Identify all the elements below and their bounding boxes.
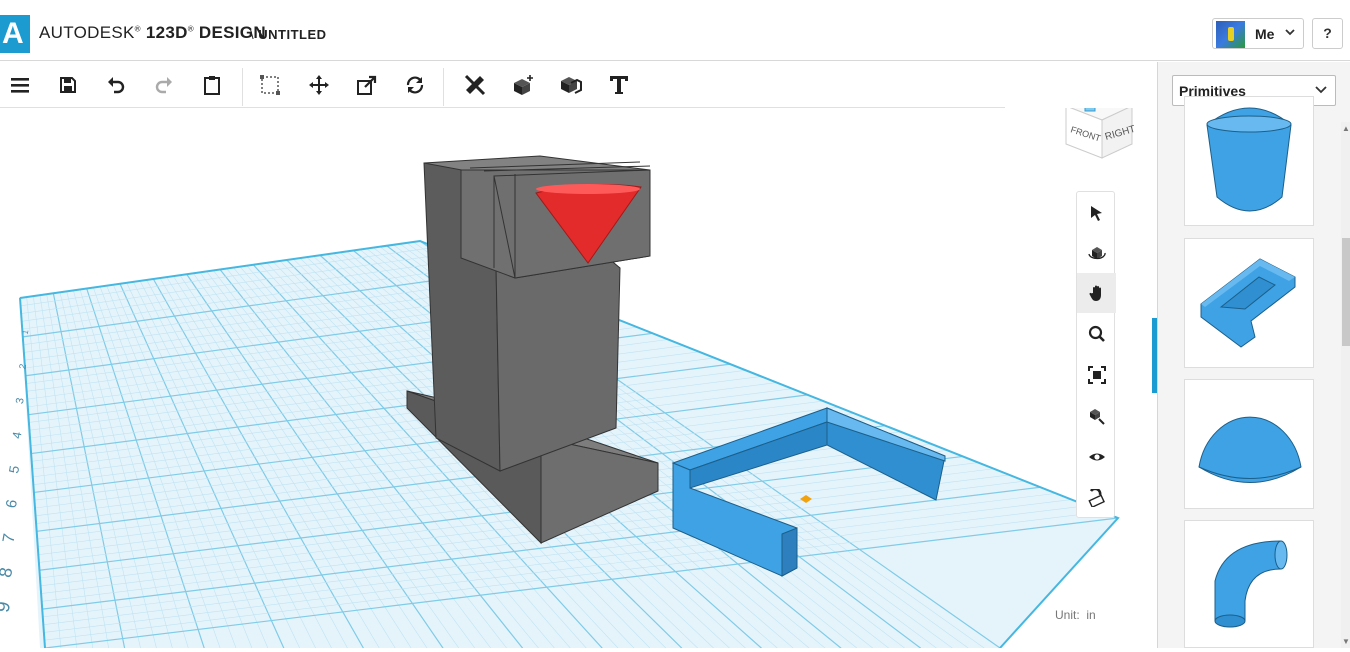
- text-button[interactable]: [599, 62, 639, 108]
- save-button[interactable]: [48, 62, 88, 108]
- scale-button[interactable]: [347, 62, 387, 108]
- scroll-up-icon[interactable]: ▲: [1342, 124, 1350, 133]
- undo-icon: [108, 77, 125, 94]
- snap-icon: [1088, 489, 1105, 507]
- primitives-panel: Primitives ▲ ▼: [1157, 62, 1350, 648]
- 3d-viewport[interactable]: 123456789 FRONT RIGHT: [0, 108, 1157, 648]
- visibility-icon: [1089, 453, 1105, 461]
- ruler-label: 8: [0, 566, 16, 579]
- chevron-down-icon: [1285, 25, 1295, 42]
- pipe-elbow-icon: [1214, 540, 1288, 628]
- pan-icon: [1089, 285, 1101, 301]
- combine-button[interactable]: [551, 62, 591, 108]
- cylinder-icon: [1206, 107, 1292, 212]
- tube-icon: [1200, 258, 1296, 348]
- chevron-down-icon: [1315, 82, 1327, 99]
- paste-icon: [204, 76, 220, 95]
- zoom-tool-button[interactable]: [1077, 314, 1116, 354]
- tube-primitive[interactable]: [1184, 238, 1314, 368]
- toolbar-divider: [242, 68, 243, 106]
- main-toolbar: [0, 62, 1005, 108]
- measure-icon: [464, 74, 486, 96]
- select-tool-button[interactable]: [1077, 193, 1116, 233]
- orbit-tool-button[interactable]: [1077, 233, 1116, 273]
- fit-all-icon: [1088, 366, 1106, 384]
- fit-all-button[interactable]: [1077, 355, 1116, 395]
- help-button[interactable]: ?: [1312, 18, 1343, 49]
- document-title[interactable]: \ UNTITLED: [250, 27, 327, 42]
- menu-icon: [11, 78, 29, 93]
- pan-tool-button[interactable]: [1077, 273, 1116, 313]
- ruler-label: 4: [10, 430, 25, 439]
- transform-box-button[interactable]: [250, 62, 290, 108]
- ruler-label: 7: [0, 532, 19, 544]
- ruler-label: 5: [6, 464, 22, 474]
- move-button[interactable]: [299, 62, 339, 108]
- rotate-button[interactable]: [395, 62, 435, 108]
- combine-icon: [561, 77, 582, 94]
- undo-button[interactable]: [96, 62, 136, 108]
- scene-canvas[interactable]: 123456789 FRONT RIGHT: [0, 108, 1157, 648]
- hemisphere-icon: [1198, 416, 1302, 483]
- save-icon: [60, 77, 76, 93]
- rotate-icon: [406, 76, 424, 94]
- look-at-icon: [1090, 409, 1105, 425]
- visibility-button[interactable]: [1077, 437, 1116, 477]
- ruler-label: 9: [0, 600, 15, 614]
- select-icon: [1091, 206, 1102, 221]
- toolbar-divider: [443, 68, 444, 106]
- ruler-label: 3: [14, 397, 27, 405]
- redo-icon: [155, 77, 172, 94]
- panel-scrollbar[interactable]: ▲ ▼: [1341, 122, 1350, 648]
- view-cube[interactable]: T FRONT RIGHT: [1065, 108, 1137, 159]
- smart-primitive-button[interactable]: [503, 62, 543, 108]
- menu-button[interactable]: [0, 62, 40, 108]
- scale-icon: [357, 75, 377, 95]
- autodesk-logo[interactable]: A: [0, 15, 30, 53]
- navigation-bar: [1076, 191, 1116, 518]
- smart-primitive-icon: [514, 75, 533, 95]
- panel-scroll-thumb[interactable]: [1342, 238, 1350, 346]
- app-title: AUTODESK® 123D® DESIGN: [39, 23, 266, 42]
- user-menu-button[interactable]: Me: [1212, 18, 1304, 49]
- redo-button[interactable]: [144, 62, 184, 108]
- paste-button[interactable]: [192, 62, 232, 108]
- cylinder-primitive[interactable]: [1184, 96, 1314, 226]
- text-icon: [610, 76, 628, 94]
- orbit-icon: [1088, 247, 1106, 260]
- snap-button[interactable]: [1077, 478, 1116, 518]
- scroll-down-icon[interactable]: ▼: [1342, 637, 1350, 646]
- measure-button[interactable]: [455, 62, 495, 108]
- viewcube-top-label: T: [1087, 108, 1091, 109]
- units-indicator: Unit: in: [1055, 608, 1096, 622]
- zoom-icon: [1088, 325, 1105, 342]
- move-icon: [309, 75, 329, 95]
- pipe-elbow-primitive[interactable]: [1184, 520, 1314, 648]
- avatar: [1216, 21, 1245, 48]
- hemisphere-primitive[interactable]: [1184, 379, 1314, 509]
- look-at-button[interactable]: [1077, 396, 1116, 436]
- title-bar: A AUTODESK® 123D® DESIGN \ UNTITLED Me ?: [0, 0, 1350, 61]
- ruler-label: 6: [3, 498, 21, 509]
- transform-box-icon: [260, 75, 280, 95]
